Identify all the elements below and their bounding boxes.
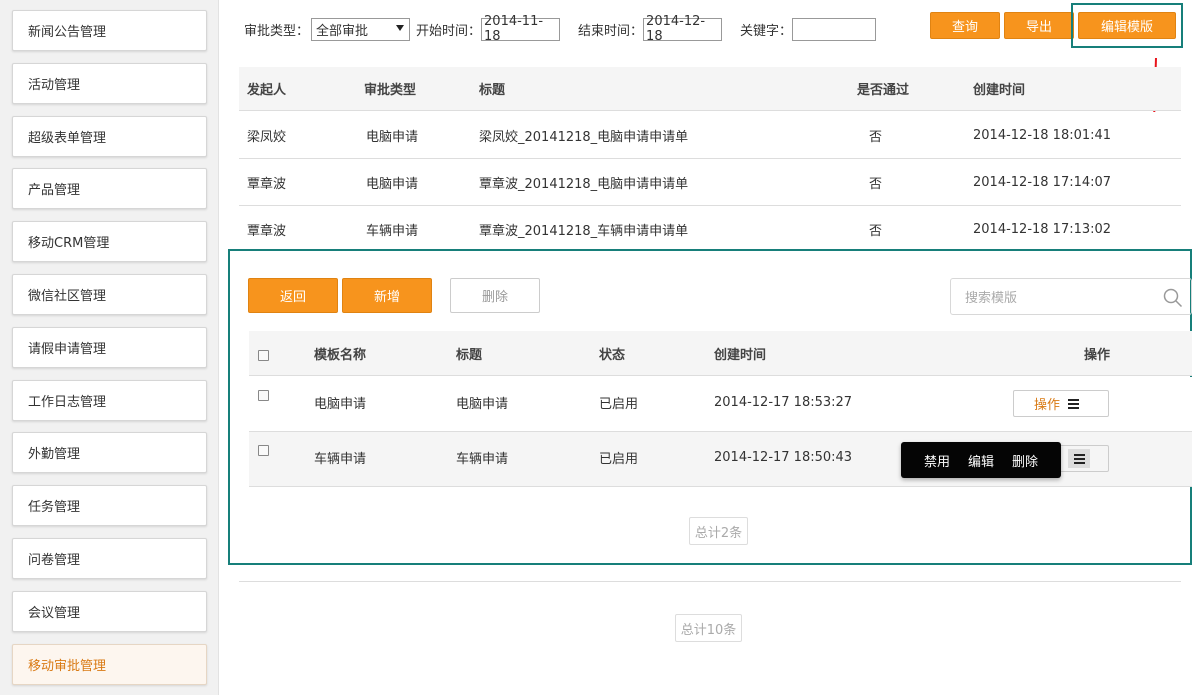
cell-template-name: 车辆申请 bbox=[314, 451, 367, 467]
edit-template-button[interactable]: 编辑模版 bbox=[1078, 12, 1176, 39]
actions-label: 操作 bbox=[1034, 398, 1061, 413]
cell-title: 覃章波_20141218_电脑申请申请单 bbox=[479, 176, 689, 192]
sidebar-item-super-form[interactable]: 超级表单管理 bbox=[12, 116, 207, 157]
table-total-count: 总计10条 bbox=[675, 614, 742, 642]
keyword-label: 关键字： bbox=[740, 23, 793, 39]
start-time-input[interactable]: 2014-11-18 bbox=[481, 14, 561, 44]
approval-type-label: 审批类型： bbox=[244, 23, 310, 39]
menu-icon-wrap bbox=[1068, 449, 1090, 468]
sidebar-item-field[interactable]: 外勤管理 bbox=[12, 432, 207, 473]
approval-type-select[interactable]: 全部审批 bbox=[311, 17, 411, 41]
actions-popup-menu: 禁用 编辑 删除 bbox=[901, 442, 1061, 478]
add-button[interactable]: 新增 bbox=[342, 278, 432, 313]
cell-created: 2014-12-18 17:13:02 bbox=[973, 221, 1112, 237]
cell-passed: 否 bbox=[869, 223, 883, 239]
back-button[interactable]: 返回 bbox=[248, 278, 338, 313]
approval-table-header: 发起人 审批类型 标题 是否通过 创建时间 bbox=[239, 67, 1181, 111]
sidebar-item-meeting[interactable]: 会议管理 bbox=[12, 591, 207, 632]
cell-approval-type: 电脑申请 bbox=[366, 129, 419, 145]
cell-template-name: 电脑申请 bbox=[314, 396, 367, 412]
col-created: 创建时间 bbox=[714, 347, 767, 363]
sidebar-item-worklog[interactable]: 工作日志管理 bbox=[12, 380, 207, 421]
cell-passed: 否 bbox=[869, 129, 883, 145]
cell-title: 车辆申请 bbox=[456, 451, 509, 467]
row-checkbox[interactable] bbox=[258, 445, 269, 456]
cell-approval-type: 电脑申请 bbox=[366, 176, 419, 192]
end-time-label: 结束时间： bbox=[578, 23, 644, 39]
sidebar-item-activity[interactable]: 活动管理 bbox=[12, 63, 207, 104]
col-passed: 是否通过 bbox=[857, 83, 910, 98]
cell-title: 覃章波_20141218_车辆申请申请单 bbox=[479, 223, 689, 239]
cell-created: 2014-12-17 18:53:27 bbox=[714, 394, 853, 410]
divider bbox=[239, 581, 1181, 582]
sidebar-item-crm[interactable]: 移动CRM管理 bbox=[12, 221, 207, 262]
col-approval-type: 审批类型 bbox=[364, 83, 417, 98]
cell-initiator: 梁凤姣 bbox=[247, 129, 287, 145]
table-row[interactable]: 电脑申请 电脑申请 已启用 2014-12-17 18:53:27 操作 bbox=[249, 377, 1192, 432]
cell-created: 2014-12-18 18:01:41 bbox=[973, 127, 1112, 143]
export-button[interactable]: 导出 bbox=[1004, 12, 1074, 39]
sidebar-item-news[interactable]: 新闻公告管理 bbox=[12, 10, 207, 51]
sidebar-item-leave[interactable]: 请假申请管理 bbox=[12, 327, 207, 368]
menu-icon bbox=[1073, 454, 1085, 464]
col-created: 创建时间 bbox=[973, 83, 1026, 98]
delete-menu-item[interactable]: 删除 bbox=[1012, 451, 1038, 470]
cell-status: 已启用 bbox=[599, 396, 639, 412]
query-button[interactable]: 查询 bbox=[930, 12, 1000, 39]
keyword-input[interactable] bbox=[792, 17, 877, 41]
sidebar: 新闻公告管理 活动管理 超级表单管理 产品管理 移动CRM管理 微信社区管理 请… bbox=[0, 0, 219, 695]
cell-initiator: 覃章波 bbox=[247, 223, 287, 239]
search-placeholder: 搜索模版 bbox=[965, 291, 1018, 306]
sidebar-item-product[interactable]: 产品管理 bbox=[12, 168, 207, 209]
menu-icon bbox=[1068, 399, 1080, 409]
delete-button[interactable]: 删除 bbox=[450, 278, 540, 313]
template-total-count: 总计2条 bbox=[689, 517, 748, 545]
cell-initiator: 覃章波 bbox=[247, 176, 287, 192]
table-row[interactable]: 覃章波 电脑申请 覃章波_20141218_电脑申请申请单 否 2014-12-… bbox=[239, 159, 1181, 206]
table-row[interactable]: 梁凤姣 电脑申请 梁凤姣_20141218_电脑申请申请单 否 2014-12-… bbox=[239, 112, 1181, 159]
cell-passed: 否 bbox=[869, 176, 883, 192]
approval-type-value: 全部审批 bbox=[316, 23, 369, 39]
sidebar-item-task[interactable]: 任务管理 bbox=[12, 485, 207, 526]
cell-approval-type: 车辆申请 bbox=[366, 223, 419, 239]
template-panel: 返回 新增 删除 搜索模版 模板名称 标题 状态 创建时间 操作 电脑申请 电脑… bbox=[228, 249, 1192, 565]
chevron-down-icon bbox=[396, 24, 405, 31]
col-title: 标题 bbox=[479, 83, 506, 98]
search-icon[interactable] bbox=[1163, 288, 1183, 308]
template-table-header: 模板名称 标题 状态 创建时间 操作 bbox=[249, 331, 1192, 376]
sidebar-item-wechat[interactable]: 微信社区管理 bbox=[12, 274, 207, 315]
disable-menu-item[interactable]: 禁用 bbox=[924, 451, 950, 470]
col-actions: 操作 bbox=[1084, 347, 1111, 363]
col-template-name: 模板名称 bbox=[314, 347, 367, 363]
cell-created: 2014-12-18 17:14:07 bbox=[973, 174, 1112, 190]
edit-menu-item[interactable]: 编辑 bbox=[968, 451, 994, 470]
filter-bar: 审批类型： 全部审批 开始时间： 2014-11-18 结束时间： 2014-1… bbox=[244, 14, 877, 44]
actions-button[interactable]: 操作 bbox=[1013, 390, 1109, 417]
start-time-label: 开始时间： bbox=[416, 23, 482, 39]
template-search-input[interactable]: 搜索模版 bbox=[950, 278, 1192, 315]
sidebar-item-approval[interactable]: 移动审批管理 bbox=[12, 644, 207, 685]
table-row[interactable]: 车辆申请 车辆申请 已启用 2014-12-17 18:50:43 禁用 编辑 … bbox=[249, 432, 1192, 487]
row-checkbox[interactable] bbox=[258, 390, 269, 401]
sidebar-item-survey[interactable]: 问卷管理 bbox=[12, 538, 207, 579]
end-time-input[interactable]: 2014-12-18 bbox=[643, 14, 723, 44]
cell-created: 2014-12-17 18:50:43 bbox=[714, 449, 853, 465]
col-initiator: 发起人 bbox=[247, 83, 287, 98]
select-all-checkbox[interactable] bbox=[258, 350, 269, 361]
cell-title: 电脑申请 bbox=[456, 396, 509, 412]
col-status: 状态 bbox=[599, 347, 626, 363]
cell-status: 已启用 bbox=[599, 451, 639, 467]
col-title: 标题 bbox=[456, 347, 483, 363]
cell-title: 梁凤姣_20141218_电脑申请申请单 bbox=[479, 129, 689, 145]
table-row[interactable]: 覃章波 车辆申请 覃章波_20141218_车辆申请申请单 否 2014-12-… bbox=[239, 206, 1181, 253]
